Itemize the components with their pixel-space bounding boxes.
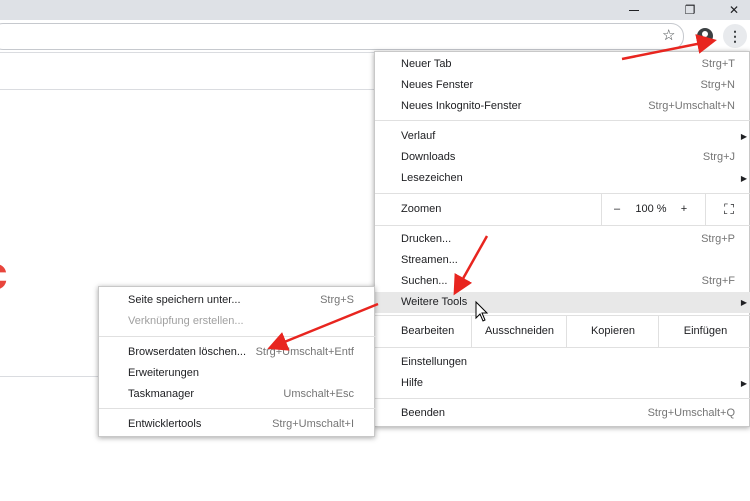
menu-item-new-incognito-window[interactable]: Neues Inkognito-Fenster Strg+Umschalt+N bbox=[375, 96, 750, 117]
menu-item-label: Streamen... bbox=[401, 254, 458, 266]
menu-separator bbox=[375, 347, 750, 348]
zoom-in-button[interactable]: + bbox=[671, 194, 697, 225]
minimize-button[interactable] bbox=[611, 0, 657, 20]
menu-item-downloads[interactable]: Downloads Strg+J bbox=[375, 147, 750, 168]
menu-item-shortcut: Strg+P bbox=[701, 233, 735, 245]
submenu-item-shortcut: Strg+S bbox=[320, 294, 354, 306]
submenu-arrow-icon: ▶ bbox=[740, 132, 747, 141]
page-divider bbox=[0, 376, 100, 377]
cut-label: Ausschneiden bbox=[484, 325, 555, 337]
profile-avatar-icon[interactable] bbox=[697, 28, 713, 44]
cut-button[interactable]: Ausschneiden bbox=[471, 316, 567, 347]
title-bar: ❐ ✕ bbox=[0, 0, 750, 20]
menu-item-label: Beenden bbox=[401, 407, 446, 419]
address-bar[interactable] bbox=[0, 23, 684, 50]
edit-row: Bearbeiten Ausschneiden Kopieren Einfüge… bbox=[375, 316, 750, 347]
more-vert-icon: ⋮ bbox=[728, 27, 742, 44]
paste-button[interactable]: Einfügen bbox=[658, 316, 750, 347]
submenu-item-extensions[interactable]: Erweiterungen bbox=[99, 363, 376, 384]
zoom-label: Zoomen bbox=[401, 203, 442, 215]
menu-item-label: Suchen... bbox=[401, 275, 448, 287]
submenu-item-label: Verknüpfung erstellen... bbox=[128, 315, 244, 327]
close-icon: ✕ bbox=[728, 3, 740, 17]
more-tools-submenu: Seite speichern unter... Strg+S Verknüpf… bbox=[98, 286, 376, 437]
menu-item-more-tools[interactable]: Weitere Tools ▶ bbox=[375, 292, 750, 313]
zoom-level: 100 % bbox=[635, 203, 667, 215]
submenu-item-shortcut: Umschalt+Esc bbox=[283, 388, 354, 400]
edit-label: Bearbeiten bbox=[401, 325, 455, 337]
menu-item-label: Downloads bbox=[401, 151, 456, 163]
menu-item-history[interactable]: Verlauf ▶ bbox=[375, 126, 750, 147]
menu-item-settings[interactable]: Einstellungen bbox=[375, 352, 750, 373]
fullscreen-button[interactable]: ⛶ bbox=[705, 194, 750, 225]
submenu-item-shortcut: Strg+Umschalt+Entf bbox=[255, 346, 354, 358]
submenu-arrow-icon: ▶ bbox=[740, 298, 747, 307]
restore-button[interactable]: ❐ bbox=[667, 0, 713, 20]
menu-separator bbox=[375, 120, 750, 121]
menu-item-help[interactable]: Hilfe ▶ bbox=[375, 373, 750, 394]
menu-item-print[interactable]: Drucken... Strg+P bbox=[375, 229, 750, 250]
menu-item-shortcut: Strg+Umschalt+N bbox=[648, 100, 735, 112]
page-header-area bbox=[0, 53, 380, 90]
menu-item-shortcut: Strg+N bbox=[700, 79, 735, 91]
bookmark-star-icon[interactable]: ☆ bbox=[662, 26, 675, 44]
submenu-item-clear-browsing-data[interactable]: Browserdaten löschen... Strg+Umschalt+En… bbox=[99, 342, 376, 363]
menu-item-label: Drucken... bbox=[401, 233, 452, 245]
close-button[interactable]: ✕ bbox=[711, 0, 750, 20]
menu-item-bookmarks[interactable]: Lesezeichen ▶ bbox=[375, 168, 750, 189]
submenu-item-task-manager[interactable]: Taskmanager Umschalt+Esc bbox=[99, 384, 376, 405]
menu-item-label: Verlauf bbox=[401, 130, 436, 142]
menu-item-label: Lesezeichen bbox=[401, 172, 463, 184]
paste-label: Einfügen bbox=[683, 325, 728, 337]
chrome-main-menu: Neuer Tab Strg+T Neues Fenster Strg+N Ne… bbox=[374, 51, 750, 427]
minimize-icon bbox=[629, 9, 639, 11]
submenu-item-label: Browserdaten löschen... bbox=[128, 346, 247, 358]
submenu-item-label: Erweiterungen bbox=[128, 367, 199, 379]
menu-separator bbox=[375, 398, 750, 399]
submenu-item-shortcut: Strg+Umschalt+I bbox=[272, 418, 354, 430]
submenu-item-developer-tools[interactable]: Entwicklertools Strg+Umschalt+I bbox=[99, 414, 376, 435]
restore-icon: ❐ bbox=[684, 3, 696, 17]
submenu-item-label: Taskmanager bbox=[128, 388, 195, 400]
menu-item-shortcut: Strg+T bbox=[701, 58, 735, 70]
submenu-separator bbox=[99, 336, 376, 337]
browser-toolbar: ☆ ⋮ bbox=[0, 20, 750, 53]
menu-item-label: Neues Fenster bbox=[401, 79, 474, 91]
submenu-item-label: Entwicklertools bbox=[128, 418, 202, 430]
menu-item-shortcut: Strg+F bbox=[701, 275, 735, 287]
menu-item-exit[interactable]: Beenden Strg+Umschalt+Q bbox=[375, 403, 750, 424]
copy-button[interactable]: Kopieren bbox=[566, 316, 659, 347]
plus-icon: + bbox=[680, 203, 688, 215]
menu-item-label: Neuer Tab bbox=[401, 58, 452, 70]
submenu-separator bbox=[99, 408, 376, 409]
menu-separator bbox=[375, 225, 750, 226]
submenu-arrow-icon: ▶ bbox=[740, 379, 747, 388]
submenu-arrow-icon: ▶ bbox=[740, 174, 747, 183]
submenu-item-label: Seite speichern unter... bbox=[128, 294, 241, 306]
menu-item-new-tab[interactable]: Neuer Tab Strg+T bbox=[375, 54, 750, 75]
zoom-row: Zoomen – 100 % + ⛶ bbox=[375, 194, 750, 225]
menu-item-label: Hilfe bbox=[401, 377, 424, 389]
menu-item-shortcut: Strg+J bbox=[702, 151, 735, 163]
menu-item-label: Einstellungen bbox=[401, 356, 468, 368]
copy-label: Kopieren bbox=[590, 325, 636, 337]
submenu-item-save-page[interactable]: Seite speichern unter... Strg+S bbox=[99, 290, 376, 311]
menu-item-find[interactable]: Suchen... Strg+F bbox=[375, 271, 750, 292]
menu-item-label: Weitere Tools bbox=[401, 296, 468, 308]
menu-item-shortcut: Strg+Umschalt+Q bbox=[647, 407, 735, 419]
menu-item-cast[interactable]: Streamen... bbox=[375, 250, 750, 271]
zoom-out-button[interactable]: – bbox=[601, 194, 632, 225]
chrome-menu-button[interactable]: ⋮ bbox=[723, 24, 747, 48]
logo-fragment: c bbox=[0, 246, 8, 300]
fullscreen-icon: ⛶ bbox=[724, 201, 734, 217]
submenu-item-create-shortcut: Verknüpfung erstellen... bbox=[99, 311, 376, 332]
menu-item-label: Neues Inkognito-Fenster bbox=[401, 100, 522, 112]
menu-item-new-window[interactable]: Neues Fenster Strg+N bbox=[375, 75, 750, 96]
minus-icon: – bbox=[613, 203, 621, 215]
